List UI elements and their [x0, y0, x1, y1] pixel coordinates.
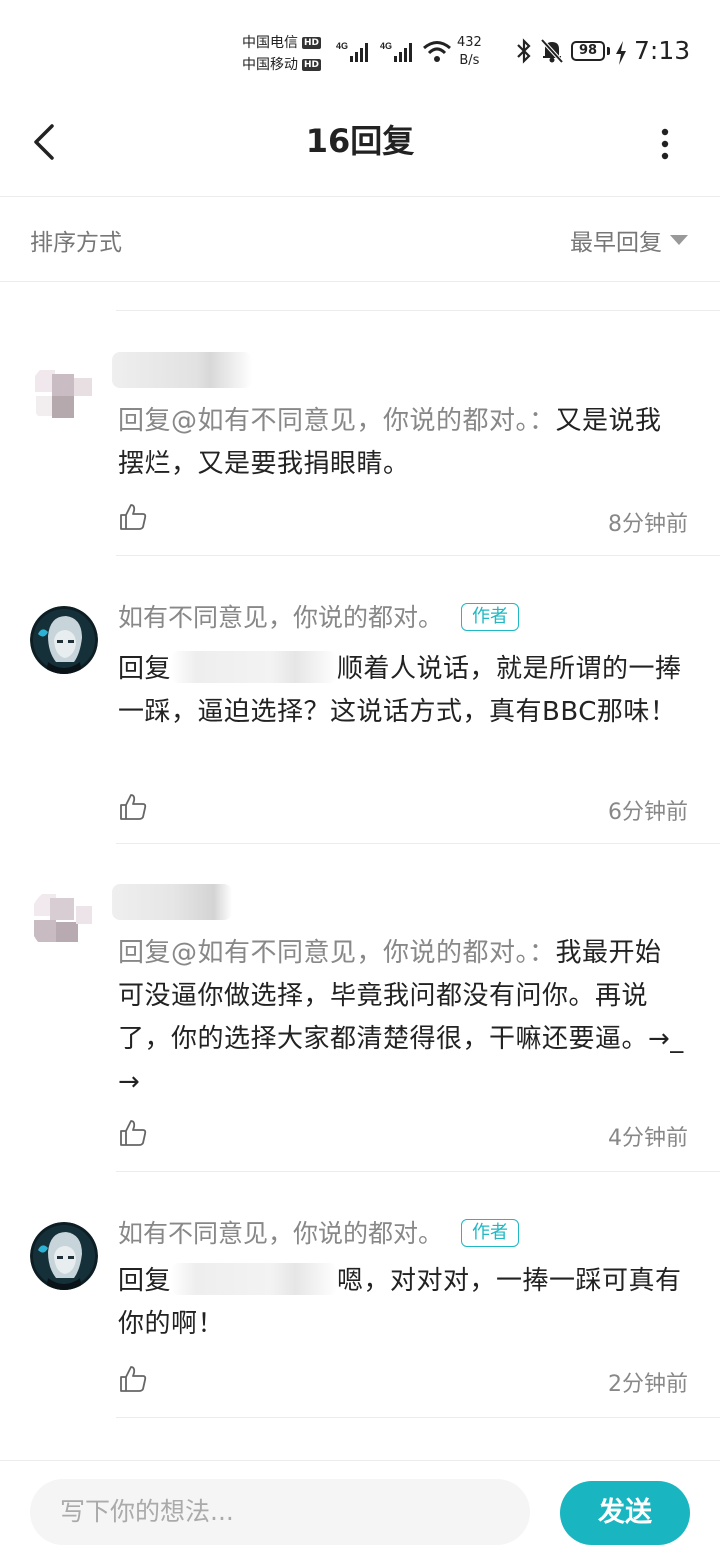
carrier-info: 中国电信 HD 中国移动 HD	[242, 32, 322, 76]
network-type-2: 4G	[380, 41, 392, 51]
caret-down-icon	[670, 235, 688, 245]
app-header: 16回复	[0, 100, 720, 197]
page-title: 16回复	[305, 122, 415, 160]
author-badge: 作者	[461, 603, 520, 631]
network-type-1: 4G	[336, 41, 348, 51]
author-badge: 作者	[461, 1219, 520, 1247]
thumbs-up-icon[interactable]	[118, 1118, 148, 1148]
send-button[interactable]: 发送	[560, 1481, 690, 1545]
cellular-signal-2-icon: 4G	[380, 41, 412, 62]
cellular-signal-1-icon: 4G	[336, 41, 368, 62]
more-vertical-icon[interactable]	[650, 124, 680, 164]
speed-unit: B/s	[459, 53, 480, 68]
comment-body: 回复 顺着人说话，就是所谓的一捧一踩，逼迫选择？这说话方式，真有BBC那味！	[118, 648, 688, 734]
blurred-username	[112, 352, 252, 388]
thumbs-up-icon[interactable]	[118, 502, 148, 532]
wifi-icon	[423, 41, 451, 62]
hd-badge: HD	[302, 59, 322, 71]
sort-label: 排序方式	[30, 230, 122, 256]
network-speed: 432 B/s	[457, 34, 482, 70]
comment-body: 回复 嗯，对对对，一捧一踩可真有你的啊！	[118, 1260, 688, 1346]
status-bar: 中国电信 HD 中国移动 HD 4G 4G 432 B/s 98 7:13	[0, 0, 720, 100]
blurred-username	[112, 884, 232, 920]
timestamp: 6分钟前	[608, 800, 688, 825]
author-avatar[interactable]	[30, 1222, 98, 1290]
sort-dropdown[interactable]: 最早回复	[570, 223, 688, 257]
mute-bell-icon	[540, 38, 564, 64]
comment-body: 回复@如有不同意见，你说的都对。：我最开始可没逼你做选择，毕竟我问都没有问你。再…	[118, 932, 688, 1104]
reply-prefix: 回复	[118, 1266, 172, 1296]
sort-bar: 排序方式 最早回复	[0, 197, 720, 282]
comment-input[interactable]: 写下你的想法...	[30, 1479, 530, 1545]
sort-selected-value: 最早回复	[570, 230, 662, 256]
comment-composer: 写下你的想法... 发送	[0, 1460, 720, 1561]
speed-value: 432	[457, 35, 482, 50]
timestamp: 2分钟前	[608, 1372, 688, 1397]
avatar[interactable]	[30, 360, 98, 428]
author-name[interactable]: 如有不同意见，你说的都对。	[118, 603, 443, 632]
charging-bolt-icon	[616, 41, 626, 65]
thumbs-up-icon[interactable]	[118, 1364, 148, 1394]
comment-item: 如有不同意见，你说的都对。 作者 回复 顺着人说话，就是所谓的一捧一踩，逼迫选择？这…	[0, 556, 720, 844]
reply-prefix: 回复	[118, 654, 172, 684]
reply-mention[interactable]: 回复@如有不同意见，你说的都对。：	[118, 406, 556, 436]
avatar[interactable]	[30, 886, 98, 954]
author-name[interactable]: 如有不同意见，你说的都对。	[118, 1219, 443, 1248]
blurred-mention	[171, 1263, 338, 1295]
comment-item: 如有不同意见，你说的都对。 作者 回复 嗯，对对对，一捧一踩可真有你的啊！ 2分钟前	[0, 1172, 720, 1418]
bluetooth-icon	[517, 38, 531, 64]
battery-tip	[607, 47, 610, 55]
divider	[116, 1417, 720, 1418]
timestamp: 4分钟前	[608, 1126, 688, 1151]
blurred-mention	[171, 651, 338, 683]
comment-item: 回复@如有不同意见，你说的都对。：我最开始可没逼你做选择，毕竟我问都没有问你。再…	[0, 844, 720, 1172]
author-name-row: 如有不同意见，你说的都对。 作者	[118, 598, 520, 634]
battery-level: 98	[571, 41, 605, 61]
carrier-2: 中国移动	[242, 57, 298, 73]
author-avatar[interactable]	[30, 606, 98, 674]
comment-item: 回复@如有不同意见，你说的都对。：又是说我摆烂，又是要我捐眼睛。 8分钟前	[0, 330, 720, 556]
thumbs-up-icon[interactable]	[118, 792, 148, 822]
divider	[116, 310, 720, 311]
carrier-1: 中国电信	[242, 35, 298, 51]
comment-body: 回复@如有不同意见，你说的都对。：又是说我摆烂，又是要我捐眼睛。	[118, 400, 688, 486]
reply-mention[interactable]: 回复@如有不同意见，你说的都对。：	[118, 938, 556, 968]
hd-badge: HD	[302, 37, 322, 49]
clock: 7:13	[634, 36, 691, 65]
author-name-row: 如有不同意见，你说的都对。 作者	[118, 1214, 520, 1250]
timestamp: 8分钟前	[608, 512, 688, 537]
